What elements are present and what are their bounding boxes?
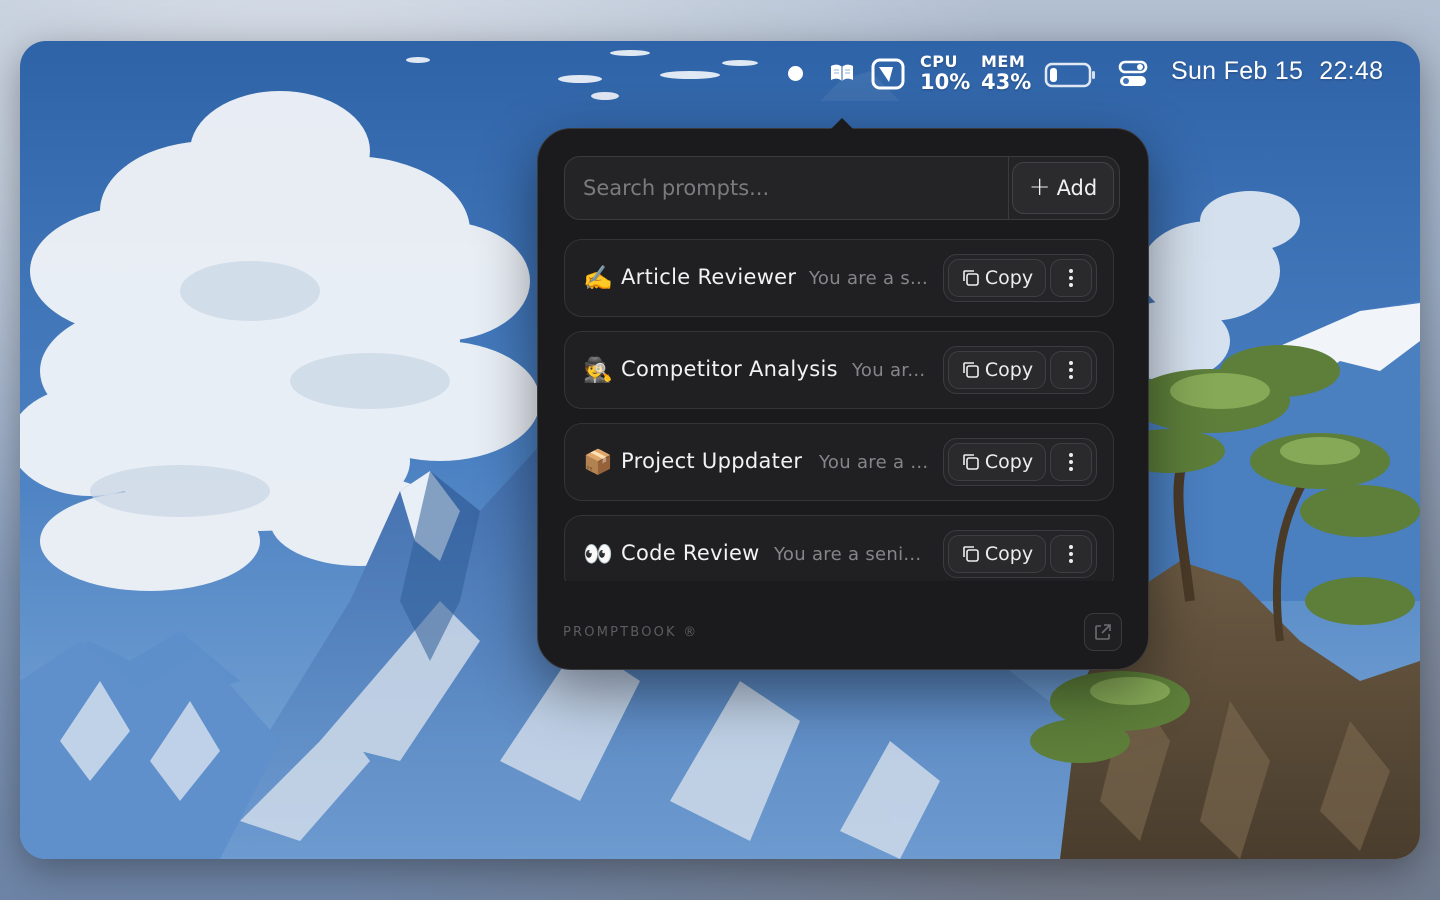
copy-label: Copy (984, 267, 1034, 289)
writing-hand-icon: ✍️ (583, 264, 613, 292)
copy-icon (963, 362, 979, 378)
prompt-list[interactable]: ✍️ Article Reviewer You are a s... Copy (564, 239, 1116, 581)
more-options-button[interactable] (1050, 535, 1092, 573)
copy-label: Copy (984, 543, 1034, 565)
prompt-row-competitor-analysis[interactable]: 🕵️ Competitor Analysis You ar... Copy (564, 331, 1114, 409)
copy-button[interactable]: Copy (948, 351, 1046, 389)
menu-bar: CPU 10% MEM 43% Sun Feb 15 22:48 (20, 41, 1420, 105)
add-prompt-button[interactable]: + Add (1012, 162, 1114, 214)
copy-label: Copy (984, 451, 1034, 473)
desktop-screen: CPU 10% MEM 43% Sun Feb 15 22:48 Search … (20, 41, 1420, 859)
prompt-preview: You are a s... (809, 268, 929, 289)
promptbook-popover: + Add ✍️ Article Reviewer You are a s...… (537, 118, 1149, 670)
row-actions: Copy (943, 254, 1097, 302)
battery-level (1050, 68, 1057, 82)
prompt-row-project-uppdater[interactable]: 📦 Project Uppdater You are a ... Copy (564, 423, 1114, 501)
search-bar: + Add (564, 156, 1120, 220)
cpu-value: 10% (920, 70, 971, 94)
row-actions: Copy (943, 346, 1097, 394)
prompt-row-article-reviewer[interactable]: ✍️ Article Reviewer You are a s... Copy (564, 239, 1114, 317)
vertical-ellipsis-icon (1069, 453, 1073, 471)
more-options-button[interactable] (1050, 351, 1092, 389)
pin-icon[interactable] (871, 58, 905, 94)
copy-icon (963, 546, 979, 562)
vertical-ellipsis-icon (1069, 361, 1073, 379)
detective-icon: 🕵️ (583, 356, 613, 384)
more-options-button[interactable] (1050, 259, 1092, 297)
vertical-ellipsis-icon (1069, 545, 1073, 563)
copy-label: Copy (984, 359, 1034, 381)
menu-bar-clock[interactable]: Sun Feb 15 22:48 (1171, 57, 1383, 86)
date-label: Sun Feb 15 (1171, 57, 1304, 85)
prompt-title: Project Uppdater (621, 449, 803, 473)
prompt-preview: You are a ... (819, 452, 929, 473)
prompt-title: Competitor Analysis (621, 357, 838, 381)
search-input[interactable] (565, 157, 1009, 219)
open-external-button[interactable] (1084, 613, 1122, 651)
memory-usage[interactable]: MEM 43% (981, 54, 1031, 93)
external-link-icon (1095, 624, 1111, 640)
prompt-preview: You are a seni... (774, 544, 922, 565)
cpu-label: CPU (920, 52, 958, 71)
prompt-title: Code Review (621, 541, 760, 565)
popover-arrow (830, 118, 854, 130)
copy-button[interactable]: Copy (948, 535, 1046, 573)
copy-button[interactable]: Copy (948, 259, 1046, 297)
vertical-ellipsis-icon (1069, 269, 1073, 287)
prompt-title: Article Reviewer (621, 265, 797, 289)
add-button-label: Add (1056, 176, 1098, 200)
promptbook-brand: PROMPTBOOK ® (563, 625, 699, 640)
cpu-usage[interactable]: CPU 10% (920, 54, 970, 93)
prompt-row-code-review[interactable]: 👀 Code Review You are a seni... Copy (564, 515, 1114, 581)
status-dot-icon[interactable] (788, 66, 803, 81)
more-options-button[interactable] (1050, 443, 1092, 481)
package-icon: 📦 (583, 448, 613, 476)
battery-icon[interactable] (1044, 62, 1096, 92)
control-center-icon[interactable] (1118, 59, 1148, 93)
copy-icon (963, 454, 979, 470)
row-actions: Copy (943, 530, 1097, 578)
book-icon[interactable] (829, 63, 855, 87)
eyes-icon: 👀 (583, 540, 613, 568)
mem-label: MEM (981, 52, 1026, 71)
copy-icon (963, 270, 979, 286)
mem-value: 43% (981, 70, 1032, 94)
plus-icon: + (1028, 172, 1051, 202)
prompt-preview: You ar... (852, 360, 926, 381)
time-label: 22:48 (1319, 57, 1384, 85)
copy-button[interactable]: Copy (948, 443, 1046, 481)
row-actions: Copy (943, 438, 1097, 486)
